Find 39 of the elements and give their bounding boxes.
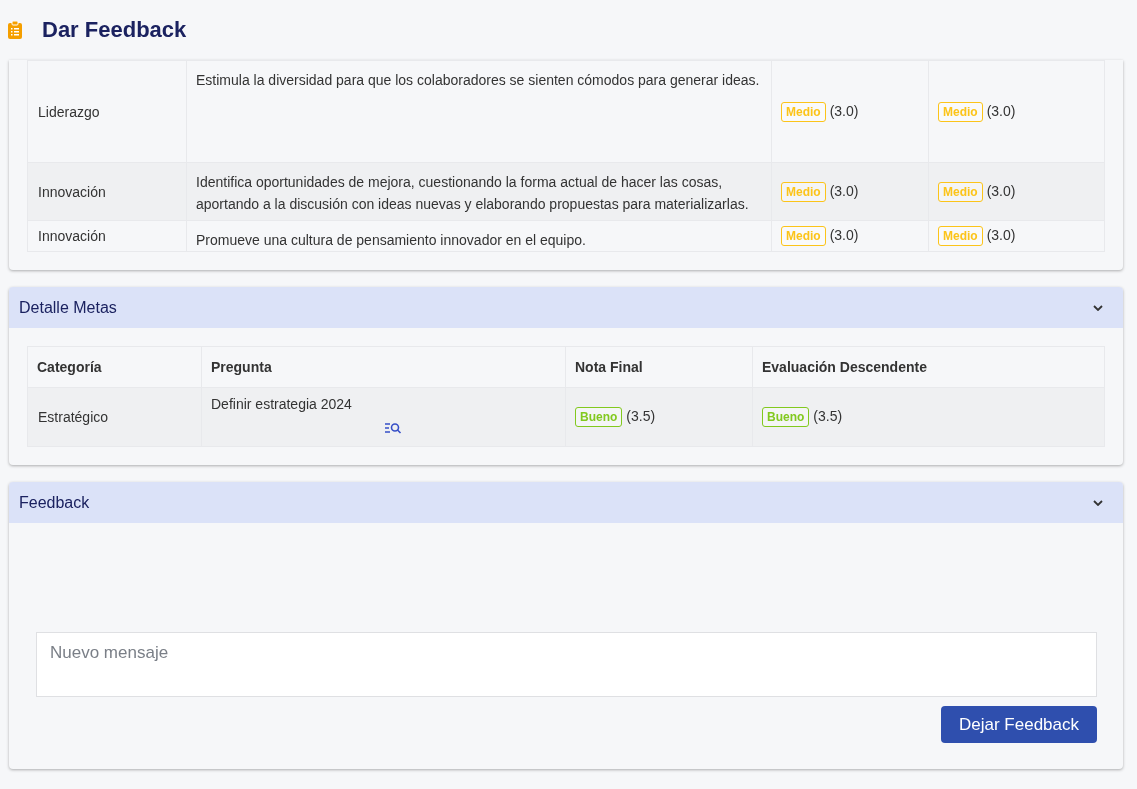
chevron-down-icon[interactable] xyxy=(1093,499,1103,506)
category-text: Innovación xyxy=(38,183,106,200)
rating-badge: Medio xyxy=(938,101,983,122)
rating-badge: Medio xyxy=(781,101,826,122)
category-text: Liderazgo xyxy=(38,103,100,120)
question-text: Identifica oportunidades de mejora, cuestionando la forma actual de hacer las cosas, aportando a la discusión con ideas nuevas y elaborando propuestas para materializarlas. xyxy=(196,174,749,212)
list-search-icon[interactable] xyxy=(384,422,402,434)
chevron-down-icon[interactable] xyxy=(1093,304,1103,311)
score-value: (3.0) xyxy=(986,227,1016,243)
column-header: Pregunta xyxy=(211,359,272,375)
score-value: (3.0) xyxy=(986,182,1016,199)
score-value: (3.5) xyxy=(813,408,843,424)
category-text: Estratégico xyxy=(38,409,109,425)
page-title: Dar Feedback xyxy=(42,17,187,43)
column-header: Evaluación Descendente xyxy=(762,359,927,375)
score-value: (3.0) xyxy=(829,182,859,199)
column-header: Categoría xyxy=(37,359,102,375)
question-text: Promueve una cultura de pensamiento innovador en el equipo. xyxy=(196,232,586,248)
section-title: Detalle Metas xyxy=(19,298,117,317)
rating-badge: Medio xyxy=(781,181,826,202)
clipboard-icon xyxy=(8,21,22,39)
question-text: Estimula la diversidad para que los colaboradores se sienten cómodos para generar ideas. xyxy=(196,72,760,88)
rating-badge: Medio xyxy=(781,226,826,246)
score-value: (3.0) xyxy=(986,102,1016,119)
section-title: Feedback xyxy=(19,493,90,512)
submit-feedback-button[interactable]: Dejar Feedback xyxy=(941,706,1097,743)
section-header[interactable]: Detalle Metas xyxy=(9,287,1123,328)
rating-badge: Medio xyxy=(938,181,983,202)
score-value: (3.0) xyxy=(829,227,859,243)
message-field[interactable]: Nuevo mensaje xyxy=(36,632,1097,697)
rating-badge: Bueno xyxy=(762,407,810,427)
column-header: Nota Final xyxy=(575,359,643,375)
category-text: Innovación xyxy=(38,228,106,244)
section-header[interactable]: Feedback xyxy=(9,482,1123,523)
score-value: (3.0) xyxy=(829,102,859,119)
question-text: Definir estrategia 2024 xyxy=(211,396,352,412)
rating-badge: Bueno xyxy=(575,407,623,427)
rating-badge: Medio xyxy=(938,226,983,246)
score-value: (3.5) xyxy=(626,408,656,424)
